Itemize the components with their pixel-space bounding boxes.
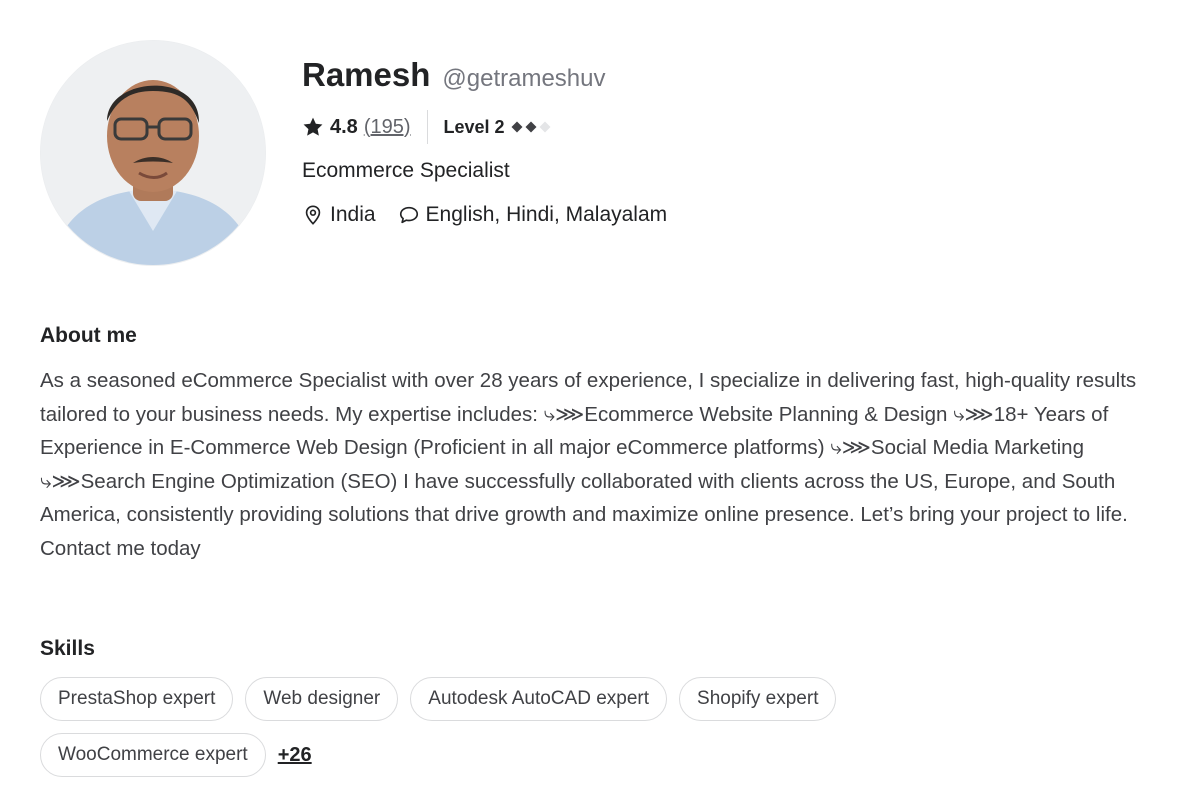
skill-chip[interactable]: Web designer (245, 677, 399, 721)
rating-value: 4.8 (330, 115, 358, 138)
skill-chip[interactable]: Autodesk AutoCAD expert (410, 677, 668, 721)
skills-list: PrestaShop expert Web designer Autodesk … (40, 677, 940, 777)
diamond-icon (511, 121, 523, 133)
languages: English, Hindi, Malayalam (425, 203, 668, 226)
diamond-icon (525, 121, 537, 133)
skill-chip[interactable]: PrestaShop expert (40, 677, 234, 721)
skill-chip[interactable]: Shopify expert (679, 677, 837, 721)
speech-bubble-icon (398, 204, 420, 226)
level-indicator (511, 121, 551, 133)
rating-divider (426, 110, 428, 144)
rating-count-link[interactable]: (195) (364, 116, 411, 139)
name-row: Ramesh @getrameshuv (302, 56, 667, 100)
more-skills-link[interactable]: +26 (278, 744, 312, 767)
about-section: About me As a seasoned eCommerce Special… (40, 320, 1165, 565)
seller-level: Level 2 (443, 116, 505, 137)
profile-info: Ramesh @getrameshuv 4.8 (195) Level 2 Ec… (302, 56, 667, 230)
about-heading: About me (40, 324, 137, 347)
skills-section: Skills PrestaShop expert Web designer Au… (40, 633, 1160, 777)
seller-username: @getrameshuv (442, 65, 606, 92)
star-icon (302, 116, 324, 138)
languages-item: English, Hindi, Malayalam (398, 203, 668, 227)
profile-header: Ramesh @getrameshuv 4.8 (195) Level 2 Ec… (40, 40, 1160, 266)
avatar[interactable] (40, 40, 266, 266)
seller-meta: India English, Hindi, Malayalam (302, 200, 667, 230)
skill-chip[interactable]: WooCommerce expert (40, 733, 266, 777)
skills-heading: Skills (40, 637, 95, 660)
seller-title: Ecommerce Specialist (302, 159, 510, 182)
country-item: India (302, 203, 376, 227)
about-text: As a seasoned eCommerce Specialist with … (40, 369, 1137, 560)
avatar-photo (41, 41, 265, 265)
diamond-icon (539, 121, 551, 133)
rating-row: 4.8 (195) Level 2 (302, 110, 667, 144)
country: India (330, 203, 376, 226)
seller-name[interactable]: Ramesh (302, 56, 430, 94)
location-pin-icon (302, 204, 324, 226)
